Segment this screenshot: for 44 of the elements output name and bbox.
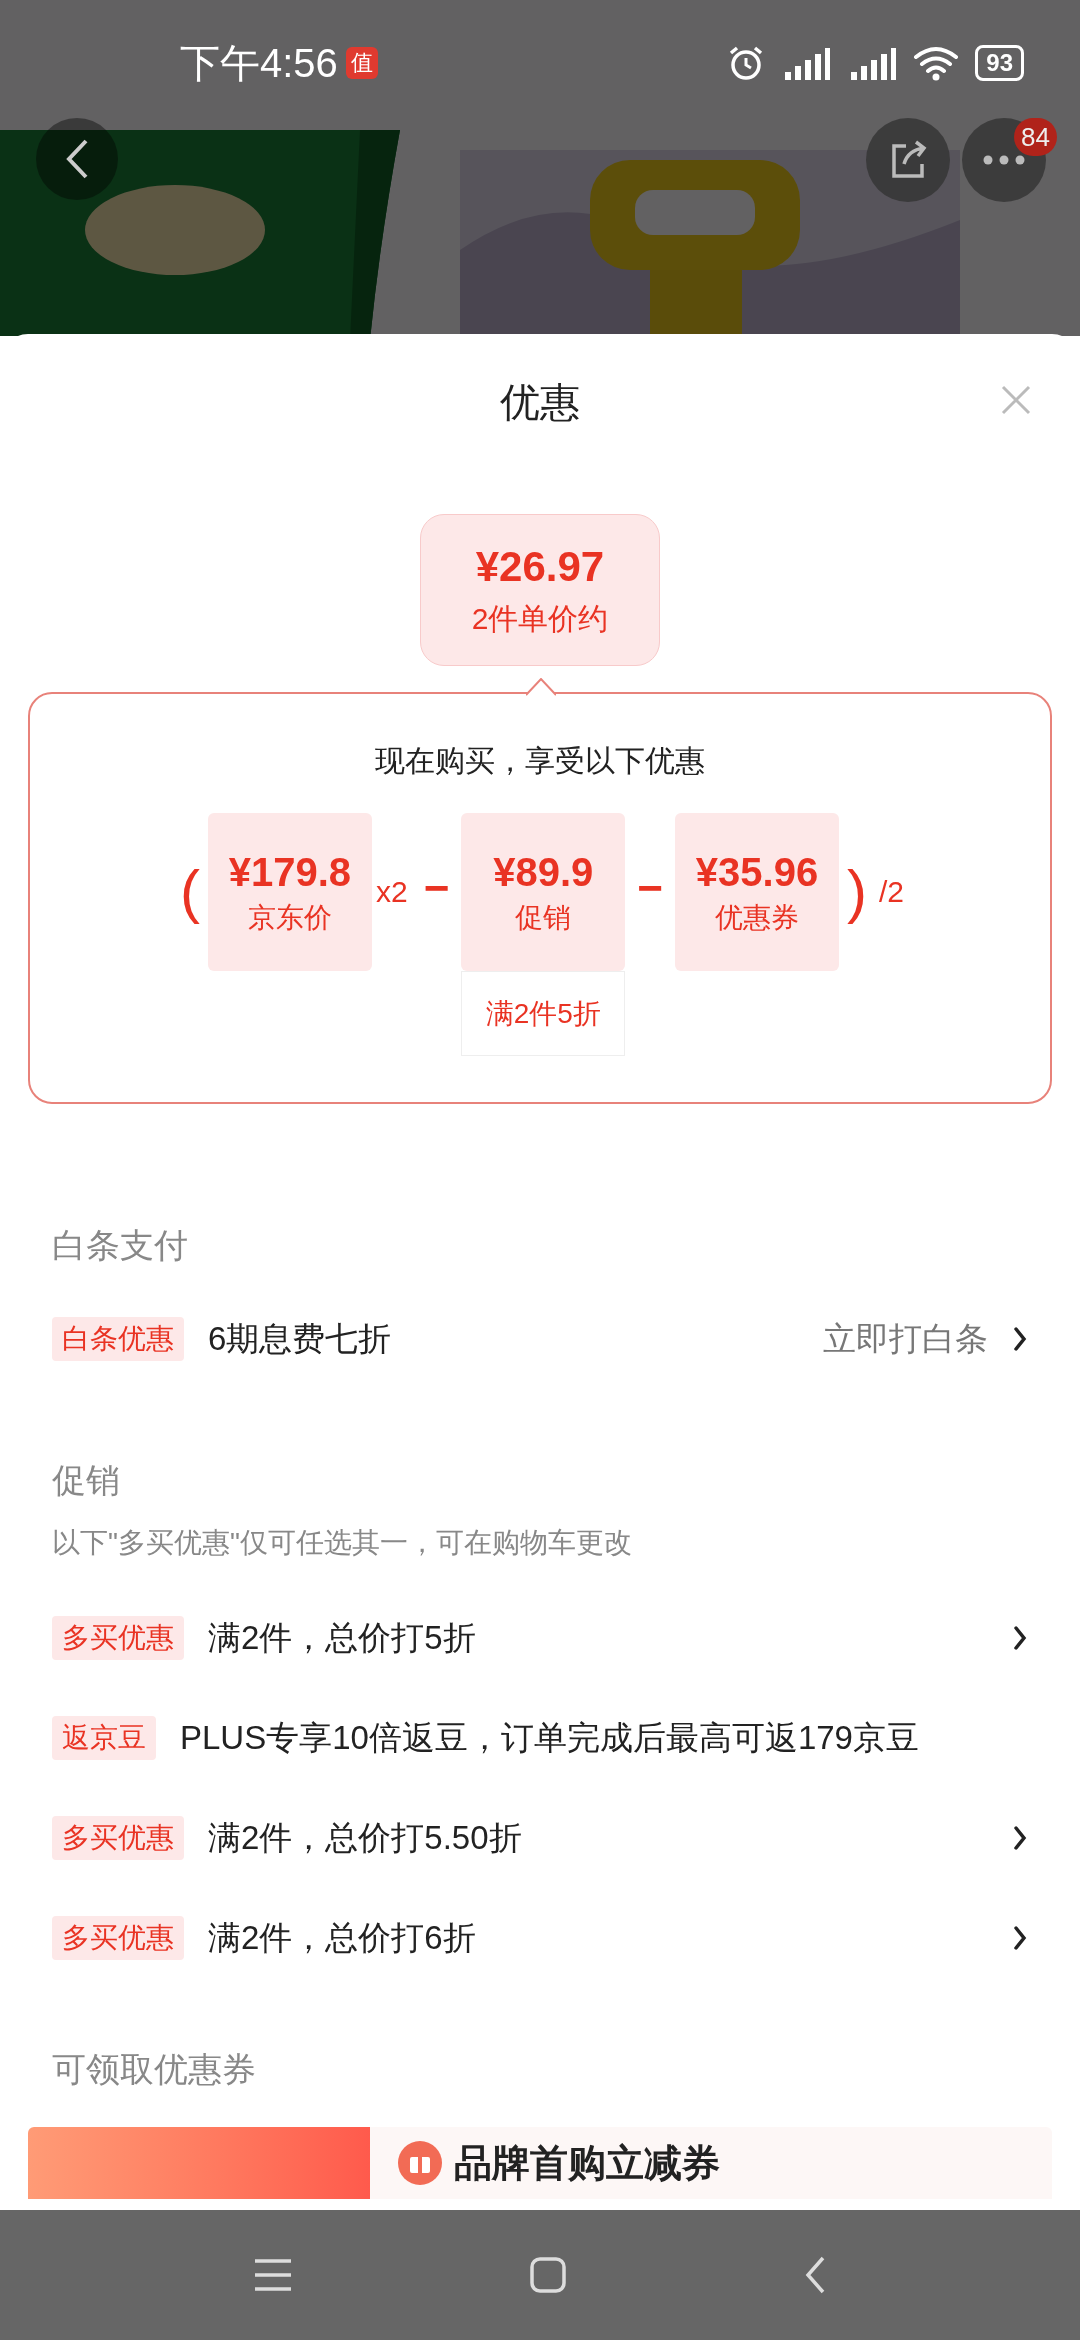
price: ¥179.8 xyxy=(228,852,352,892)
sheet-title: 优惠 xyxy=(500,379,580,426)
parenthesis: ) xyxy=(846,857,868,927)
multiplier: /2 xyxy=(878,874,906,910)
price-label: 京东价 xyxy=(247,904,332,932)
section-title: 可领取优惠券 xyxy=(52,2049,257,2090)
baitiao-link[interactable]: 立即打白条 xyxy=(823,1314,988,1364)
back-icon[interactable] xyxy=(803,2255,827,2295)
price: ¥35.96 xyxy=(695,852,819,892)
menu-icon[interactable] xyxy=(253,2258,293,2292)
notification-badge: 84 xyxy=(1014,118,1057,156)
status-time: 下午4:56 xyxy=(180,39,338,87)
promo-text: 满2件，总价打5折 xyxy=(208,1618,477,1659)
promo-tag: 返京豆 xyxy=(52,1716,156,1760)
price-label: 促销 xyxy=(515,904,572,932)
notification-icon: 值 xyxy=(345,46,378,79)
unit-price-caption: 2件单价约 xyxy=(471,604,609,634)
breakdown-heading: 现在购买，享受以下优惠 xyxy=(375,743,705,779)
coupon-title: 品牌首购立减券 xyxy=(454,2144,720,2182)
section-title: 白条支付 xyxy=(52,1225,189,1266)
wifi-icon xyxy=(913,44,960,81)
payment-row[interactable]: 白条优惠 6期息费七折 立即打白条 xyxy=(52,1297,1028,1381)
section-note: 以下"多买优惠"仅可任选其一，可在购物车更改 xyxy=(52,1526,633,1560)
minus-sign: − xyxy=(422,862,451,914)
battery-indicator: 93 xyxy=(975,44,1024,81)
promo-tag: 多买优惠 xyxy=(52,1616,184,1660)
home-icon[interactable] xyxy=(529,2256,567,2294)
promo-note: 满2件5折 xyxy=(461,971,626,1056)
promo-tag: 多买优惠 xyxy=(52,1816,184,1860)
promo-text: 满2件，总价打6折 xyxy=(208,1918,477,1959)
promo-text: 6期息费七折 xyxy=(208,1319,393,1360)
price: ¥89.9 xyxy=(493,852,594,892)
more-icon xyxy=(982,155,1026,165)
chevron-right-icon xyxy=(1012,1326,1028,1352)
price-label: 优惠券 xyxy=(715,904,800,932)
unit-price: ¥26.97 xyxy=(475,546,605,588)
promo-text: PLUS专享10倍返豆，订单完成后最高可返179京豆 xyxy=(180,1718,920,1759)
minus-sign: − xyxy=(636,862,665,914)
parenthesis: ( xyxy=(178,857,201,927)
multiplier: x2 xyxy=(374,874,409,910)
promo-tag: 白条优惠 xyxy=(52,1317,184,1361)
section-title: 促销 xyxy=(52,1460,121,1501)
promo-tag: 多买优惠 xyxy=(52,1916,184,1960)
promo-text: 满2件，总价打5.50折 xyxy=(208,1818,523,1859)
